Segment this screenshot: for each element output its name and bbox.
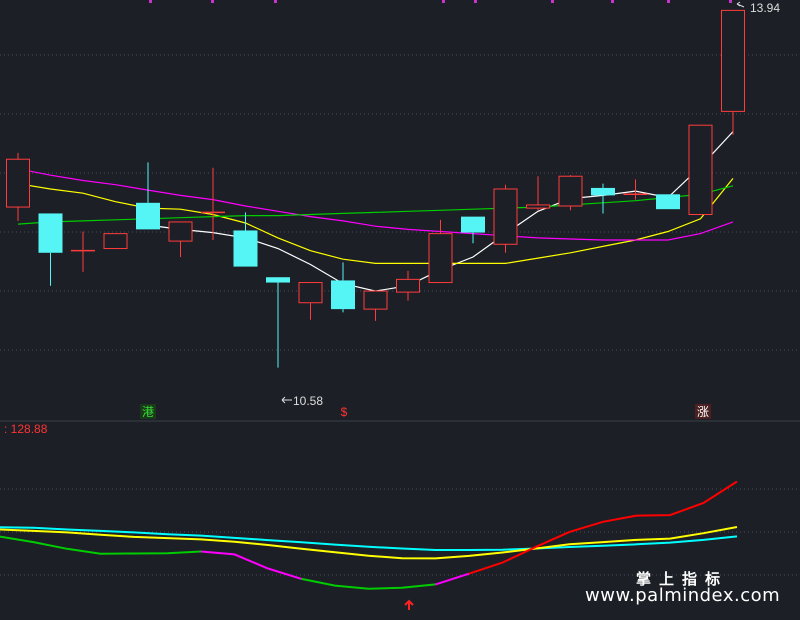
candle [721,9,745,135]
candle [428,219,453,284]
candle-body [136,202,160,230]
low-label: 10.58 [293,394,323,408]
top-tick [442,0,445,3]
top-tick [211,0,214,3]
top-tick [729,0,732,3]
candle [363,290,388,321]
candle-body [721,9,745,112]
high-label: 13.94 [750,1,780,15]
candle [493,184,518,253]
candle [688,124,713,216]
top-tick [667,0,670,3]
candle-body [591,187,615,196]
candle-body [493,188,518,245]
indicator-line [0,526,738,551]
marker-3: 涨 [697,404,709,419]
candle-body [168,221,193,242]
top-tick [474,0,477,3]
top-tick [551,0,554,3]
grid-lines [0,54,800,576]
top-tick [149,0,152,3]
ma-line [17,168,734,241]
marker-1: 港 [142,405,154,419]
top-tick [611,0,614,3]
candle-body [298,282,323,304]
candle-body [656,194,680,210]
top-ticks [149,0,732,3]
candle-body [331,280,355,310]
stock-chart: 港 $ 涨 13.94 10.58 : 128.88 [0,0,800,610]
candle-body [103,233,128,250]
indicator-value-label: : 128.88 [4,422,48,436]
candle-body [428,233,453,284]
candle [461,216,485,244]
candle [558,175,583,211]
candle [103,233,128,250]
ma-line [17,185,734,225]
candle-body [558,175,583,207]
candle [591,183,615,214]
low-arrow [281,396,292,404]
candle [298,282,323,320]
candle [396,270,420,301]
ma-line [17,178,734,264]
indicator-lines [0,480,738,590]
watermark-url: www.palmindex.com [585,585,781,606]
candle [331,262,355,313]
candle-body [233,230,258,267]
candle [526,176,550,211]
candle-body [266,277,290,283]
high-arrow [736,1,745,8]
candle [136,162,160,230]
candle-body [363,290,388,310]
buy-arrow-icon [404,599,414,610]
candle-body [688,124,713,216]
moving-average-lines [17,131,734,292]
indicator-line-segment [301,577,436,590]
candle-body [6,158,30,208]
marker-2: $ [341,405,348,419]
candle-body [526,204,550,209]
candle-body [461,216,485,233]
candle [71,231,95,272]
candle-body [38,213,63,253]
indicator-line-segment [468,480,738,575]
candle [266,277,290,368]
event-markers: 港 $ 涨 [140,404,711,419]
candle [38,213,63,286]
candle [168,221,193,258]
candlestick-series [6,9,745,368]
candle [6,152,30,221]
candle-body [396,278,420,293]
candle [656,194,680,210]
candle [201,167,225,241]
candle [623,179,648,200]
top-tick [274,0,277,3]
